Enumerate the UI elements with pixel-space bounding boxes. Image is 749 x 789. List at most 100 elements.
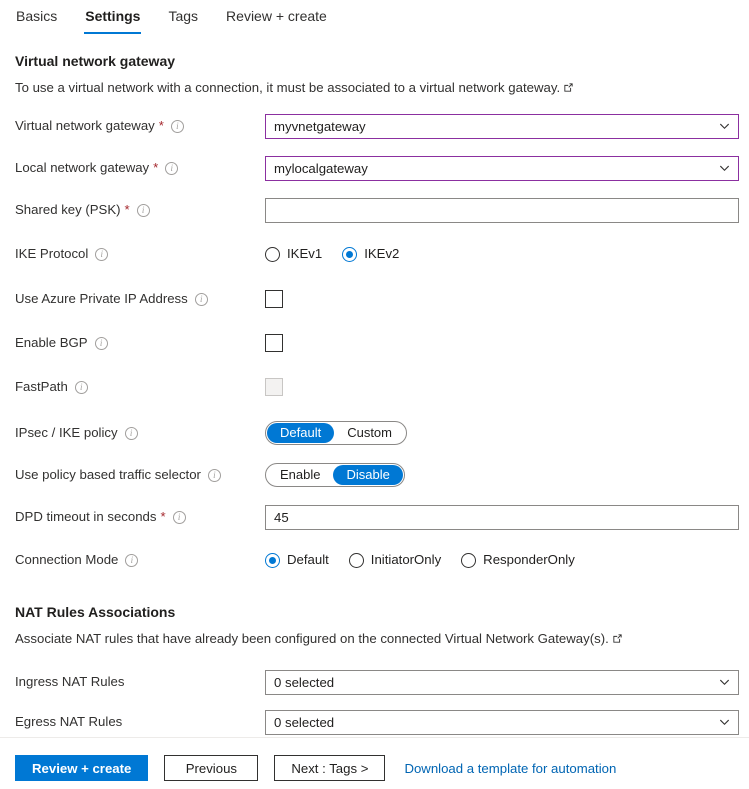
label-fastpath-text: FastPath xyxy=(15,378,68,396)
ipsec-ike-policy-option-custom[interactable]: Custom xyxy=(334,423,405,443)
field-row-egress-nat: Egress NAT Rules 0 selected xyxy=(15,709,749,735)
radio-icon xyxy=(265,247,280,262)
field-policy-traffic-selector: Enable Disable xyxy=(265,463,749,487)
info-icon[interactable]: i xyxy=(95,337,108,350)
field-row-ipsec-ike-policy: IPsec / IKE policy i Default Custom xyxy=(15,420,749,446)
label-dpd-timeout: DPD timeout in seconds*i xyxy=(15,508,265,526)
chevron-down-icon xyxy=(718,676,731,689)
info-icon[interactable]: i xyxy=(173,511,186,524)
label-ike-protocol-text: IKE Protocol xyxy=(15,245,88,263)
radio-option-default[interactable]: Default xyxy=(265,551,329,569)
download-template-link[interactable]: Download a template for automation xyxy=(404,761,616,776)
label-private-ip-text: Use Azure Private IP Address xyxy=(15,290,188,308)
radio-option-initiatoronly[interactable]: InitiatorOnly xyxy=(349,551,441,569)
previous-button[interactable]: Previous xyxy=(164,755,258,781)
radio-option-ikev2[interactable]: IKEv2 xyxy=(342,245,399,263)
label-shared-key-text: Shared key (PSK) xyxy=(15,201,121,219)
section-title-nat: NAT Rules Associations xyxy=(15,602,749,622)
connection-mode-radiogroup: Default InitiatorOnly ResponderOnly xyxy=(265,551,575,569)
info-icon[interactable]: i xyxy=(165,162,178,175)
radio-option-initiatoronly-label: InitiatorOnly xyxy=(371,551,441,569)
label-ingress-nat-text: Ingress NAT Rules xyxy=(15,673,124,691)
next-button[interactable]: Next : Tags > xyxy=(274,755,385,781)
tab-basics-label: Basics xyxy=(16,8,57,24)
field-row-ike-protocol: IKE Protocol i IKEv1 IKEv2 xyxy=(15,241,749,267)
info-icon[interactable]: i xyxy=(195,293,208,306)
field-row-local-gateway: Local network gateway*i mylocalgateway xyxy=(15,155,749,181)
info-icon[interactable]: i xyxy=(137,204,150,217)
tab-settings[interactable]: Settings xyxy=(84,1,141,34)
settings-page: Basics Settings Tags Review + create Vir… xyxy=(0,0,749,789)
info-icon[interactable]: i xyxy=(95,248,108,261)
radio-option-responderonly-label: ResponderOnly xyxy=(483,551,575,569)
private-ip-checkbox[interactable] xyxy=(265,290,283,308)
local-gateway-dropdown[interactable]: mylocalgateway xyxy=(265,156,739,181)
footer-actions: Review + create Previous Next : Tags > D… xyxy=(15,755,616,781)
external-link-icon[interactable] xyxy=(563,82,574,93)
section-description-gateway-text: To use a virtual network with a connecti… xyxy=(15,80,560,95)
tab-tags-label: Tags xyxy=(168,8,198,24)
field-private-ip xyxy=(265,290,749,308)
policy-traffic-selector-option-enable[interactable]: Enable xyxy=(267,465,333,485)
field-vnet-gateway: myvnetgateway xyxy=(265,114,749,139)
vnet-gateway-dropdown[interactable]: myvnetgateway xyxy=(265,114,739,139)
policy-traffic-selector-toggle: Enable Disable xyxy=(265,463,405,487)
field-row-policy-traffic-selector: Use policy based traffic selector i Enabl… xyxy=(15,462,749,488)
review-create-button[interactable]: Review + create xyxy=(15,755,148,781)
radio-option-ikev1[interactable]: IKEv1 xyxy=(265,245,322,263)
ike-protocol-radiogroup: IKEv1 IKEv2 xyxy=(265,245,399,263)
label-local-gateway: Local network gateway*i xyxy=(15,159,265,177)
info-icon[interactable]: i xyxy=(171,120,184,133)
required-asterisk: * xyxy=(160,508,165,526)
field-local-gateway: mylocalgateway xyxy=(265,156,749,181)
info-icon[interactable]: i xyxy=(125,554,138,567)
label-shared-key: Shared key (PSK)*i xyxy=(15,201,265,219)
radio-option-responderonly[interactable]: ResponderOnly xyxy=(461,551,575,569)
ipsec-ike-policy-toggle: Default Custom xyxy=(265,421,407,445)
enable-bgp-checkbox[interactable] xyxy=(265,334,283,352)
required-asterisk: * xyxy=(153,159,158,177)
footer-divider xyxy=(0,737,749,738)
field-ike-protocol: IKEv1 IKEv2 xyxy=(265,245,749,263)
label-vnet-gateway: Virtual network gateway*i xyxy=(15,117,265,135)
label-ipsec-ike-policy-text: IPsec / IKE policy xyxy=(15,424,118,442)
policy-traffic-selector-option-disable[interactable]: Disable xyxy=(333,465,402,485)
field-row-connection-mode: Connection Mode i Default InitiatorOnly R… xyxy=(15,547,749,573)
section-description-nat: Associate NAT rules that have already be… xyxy=(15,630,749,648)
label-ike-protocol: IKE Protocol i xyxy=(15,245,265,263)
label-egress-nat-text: Egress NAT Rules xyxy=(15,713,122,731)
shared-key-input[interactable] xyxy=(265,198,739,223)
radio-option-ikev2-label: IKEv2 xyxy=(364,245,399,263)
egress-nat-value: 0 selected xyxy=(274,715,334,730)
label-connection-mode: Connection Mode i xyxy=(15,551,265,569)
tab-settings-label: Settings xyxy=(85,8,140,24)
label-egress-nat: Egress NAT Rules xyxy=(15,713,265,731)
tab-tags[interactable]: Tags xyxy=(167,1,199,34)
label-fastpath: FastPath i xyxy=(15,378,265,396)
info-icon[interactable]: i xyxy=(75,381,88,394)
field-ipsec-ike-policy: Default Custom xyxy=(265,421,749,445)
external-link-icon[interactable] xyxy=(612,633,623,644)
info-icon[interactable]: i xyxy=(125,427,138,440)
radio-icon xyxy=(461,553,476,568)
label-enable-bgp-text: Enable BGP xyxy=(15,334,88,352)
chevron-down-icon xyxy=(718,716,731,729)
field-egress-nat: 0 selected xyxy=(265,710,749,735)
field-row-fastpath: FastPath i xyxy=(15,374,749,400)
field-ingress-nat: 0 selected xyxy=(265,670,749,695)
field-fastpath xyxy=(265,378,749,396)
ipsec-ike-policy-option-default[interactable]: Default xyxy=(267,423,334,443)
chevron-down-icon xyxy=(718,120,731,133)
ingress-nat-value: 0 selected xyxy=(274,675,334,690)
label-policy-traffic-selector: Use policy based traffic selector i xyxy=(15,466,265,484)
label-policy-traffic-selector-text: Use policy based traffic selector xyxy=(15,466,201,484)
tab-basics[interactable]: Basics xyxy=(15,1,58,34)
ingress-nat-dropdown[interactable]: 0 selected xyxy=(265,670,739,695)
label-connection-mode-text: Connection Mode xyxy=(15,551,118,569)
dpd-timeout-input[interactable]: 45 xyxy=(265,505,739,530)
tab-review-create[interactable]: Review + create xyxy=(225,1,328,34)
info-icon[interactable]: i xyxy=(208,469,221,482)
section-description-nat-text: Associate NAT rules that have already be… xyxy=(15,631,609,646)
field-shared-key xyxy=(265,198,749,223)
egress-nat-dropdown[interactable]: 0 selected xyxy=(265,710,739,735)
